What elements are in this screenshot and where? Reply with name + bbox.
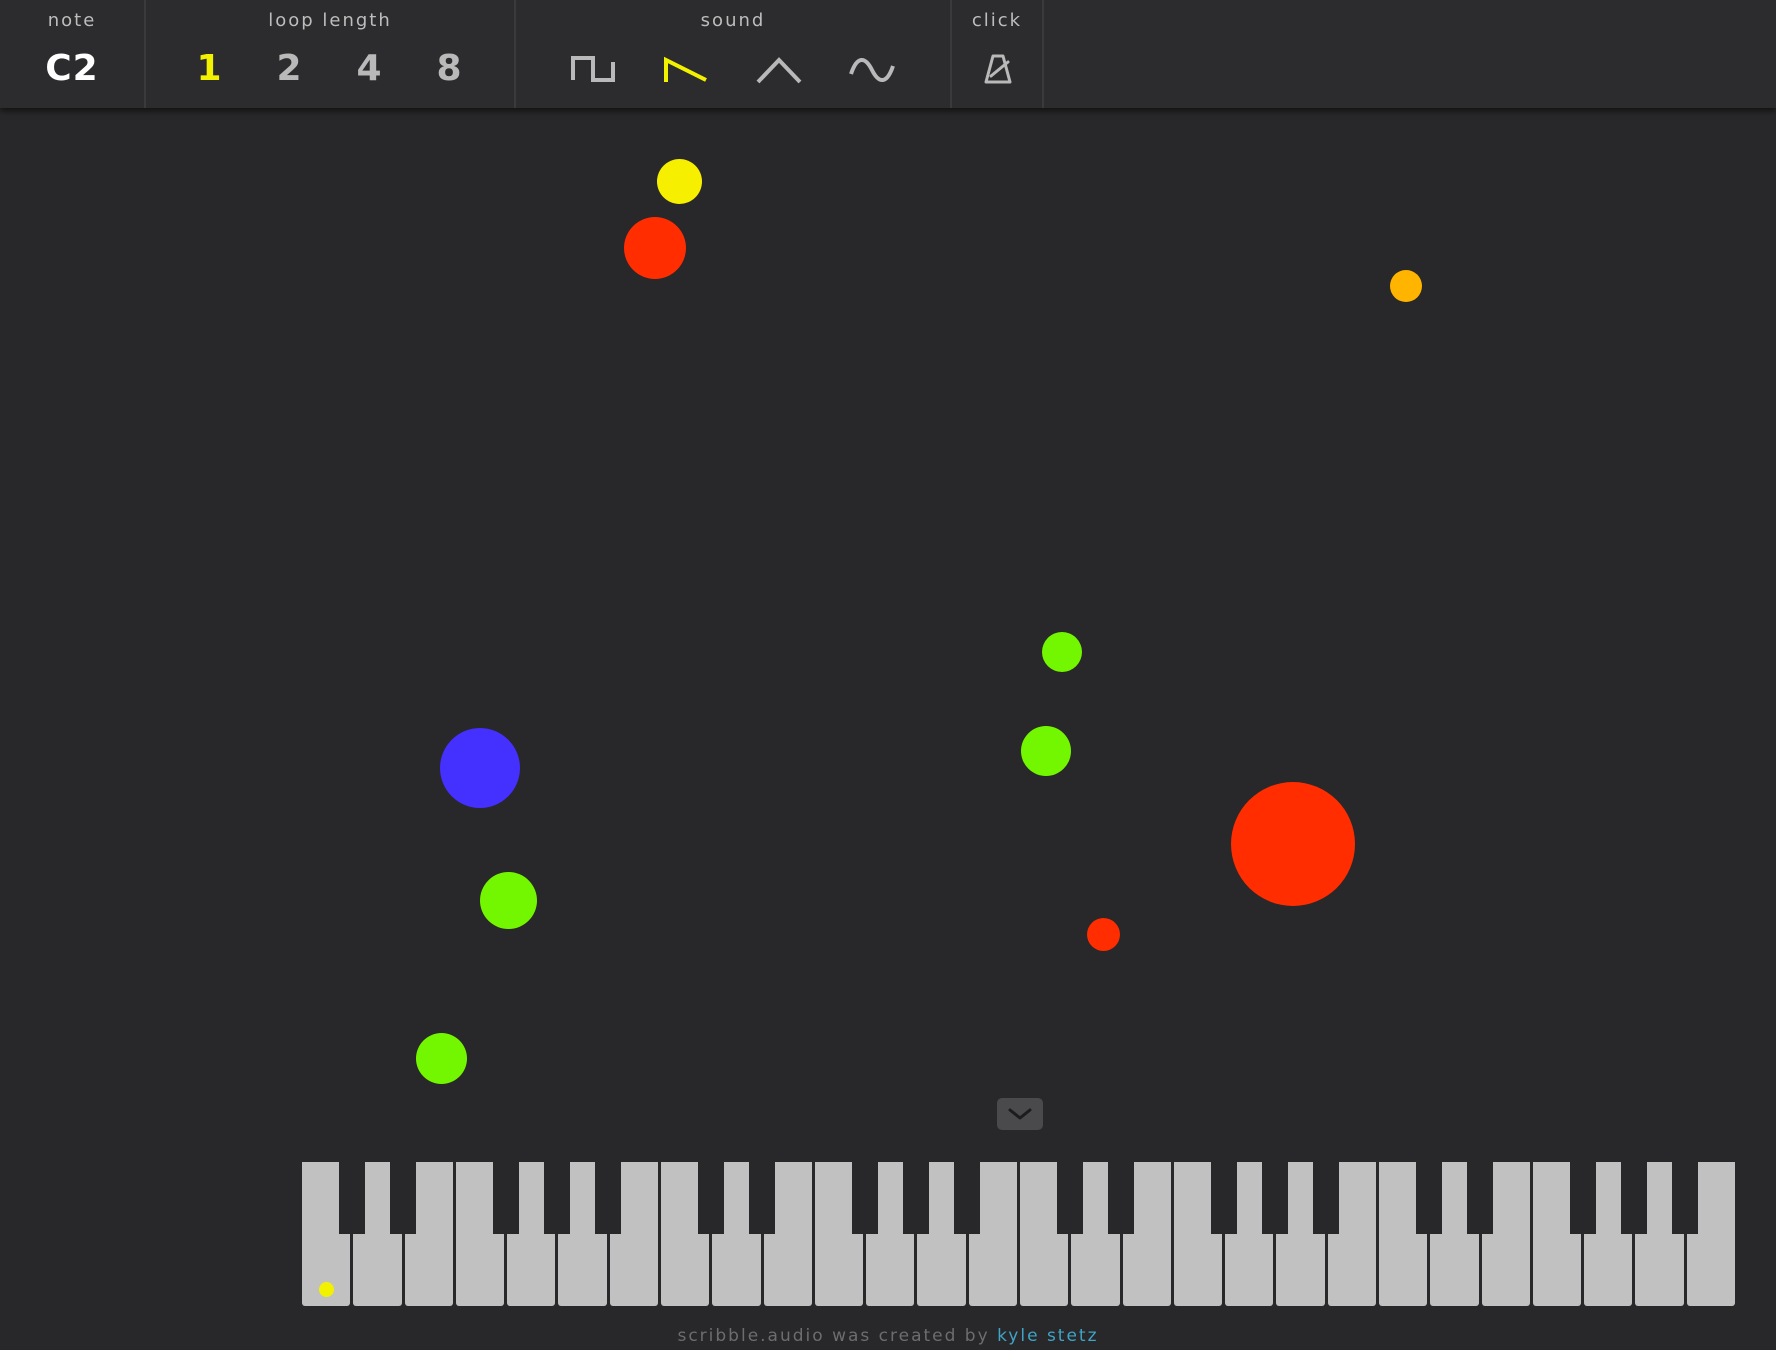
black-key-c#4[interactable] — [1056, 1162, 1083, 1234]
loop-length-option-8[interactable]: 8 — [424, 48, 474, 89]
black-key-d#5[interactable] — [1467, 1162, 1494, 1234]
note-dot-blue[interactable] — [440, 728, 520, 808]
author-link[interactable]: kyle stetz — [997, 1326, 1098, 1346]
note-section: note C2 — [0, 0, 146, 108]
black-key-a#3[interactable] — [954, 1162, 981, 1234]
square-wave-icon[interactable] — [568, 50, 618, 90]
loop-length-option-2[interactable]: 2 — [264, 48, 314, 89]
sine-wave-icon[interactable] — [847, 50, 897, 90]
sound-label: sound — [700, 10, 766, 31]
black-key-d#3[interactable] — [749, 1162, 776, 1234]
note-dot-red[interactable] — [624, 217, 686, 279]
black-key-g#2[interactable] — [543, 1162, 570, 1234]
note-dot-yellow[interactable] — [657, 159, 702, 204]
note-label: note — [47, 10, 97, 31]
click-label: click — [971, 10, 1023, 31]
loop-length-label: loop length — [268, 10, 392, 31]
black-key-c#5[interactable] — [1415, 1162, 1442, 1234]
loop-length-option-4[interactable]: 4 — [344, 48, 394, 89]
toolbar: note C2 loop length 1 2 4 8 sound click — [0, 0, 1776, 108]
note-dot-green[interactable] — [1021, 726, 1071, 776]
black-key-d#2[interactable] — [390, 1162, 417, 1234]
black-key-a#4[interactable] — [1313, 1162, 1340, 1234]
black-key-g#4[interactable] — [1261, 1162, 1288, 1234]
note-dot-green[interactable] — [416, 1033, 467, 1084]
black-key-a#5[interactable] — [1672, 1162, 1699, 1234]
black-key-f#3[interactable] — [851, 1162, 878, 1234]
black-key-f#2[interactable] — [492, 1162, 519, 1234]
triangle-wave-icon[interactable] — [754, 50, 804, 90]
piano-keyboard — [302, 1162, 1738, 1306]
active-key-marker — [319, 1282, 334, 1297]
black-key-g#5[interactable] — [1620, 1162, 1647, 1234]
black-key-g#3[interactable] — [902, 1162, 929, 1234]
chevron-down-icon — [1008, 1108, 1032, 1120]
click-section: click — [952, 0, 1044, 108]
sawtooth-wave-icon[interactable] — [661, 50, 711, 90]
loop-length-option-1[interactable]: 1 — [184, 48, 234, 89]
note-dot-green[interactable] — [1042, 632, 1082, 672]
metronome-icon[interactable] — [980, 52, 1016, 88]
black-key-c#2[interactable] — [338, 1162, 365, 1234]
note-value[interactable]: C2 — [0, 48, 144, 89]
black-key-a#2[interactable] — [595, 1162, 622, 1234]
sound-section: sound — [516, 0, 952, 108]
note-dot-red-large[interactable] — [1231, 782, 1355, 906]
footer-credit-text: scribble.audio was created by — [677, 1326, 990, 1346]
note-dot-orange[interactable] — [1390, 270, 1422, 302]
black-key-f#5[interactable] — [1569, 1162, 1596, 1234]
black-key-c#3[interactable] — [697, 1162, 724, 1234]
note-dot-red-small[interactable] — [1087, 918, 1120, 951]
loop-length-section: loop length 1 2 4 8 — [146, 0, 516, 108]
black-key-f#4[interactable] — [1210, 1162, 1237, 1234]
footer: scribble.audio was created by kyle stetz — [0, 1326, 1776, 1346]
note-dot-green[interactable] — [480, 872, 537, 929]
black-key-d#4[interactable] — [1108, 1162, 1135, 1234]
collapse-keyboard-button[interactable] — [997, 1098, 1043, 1130]
